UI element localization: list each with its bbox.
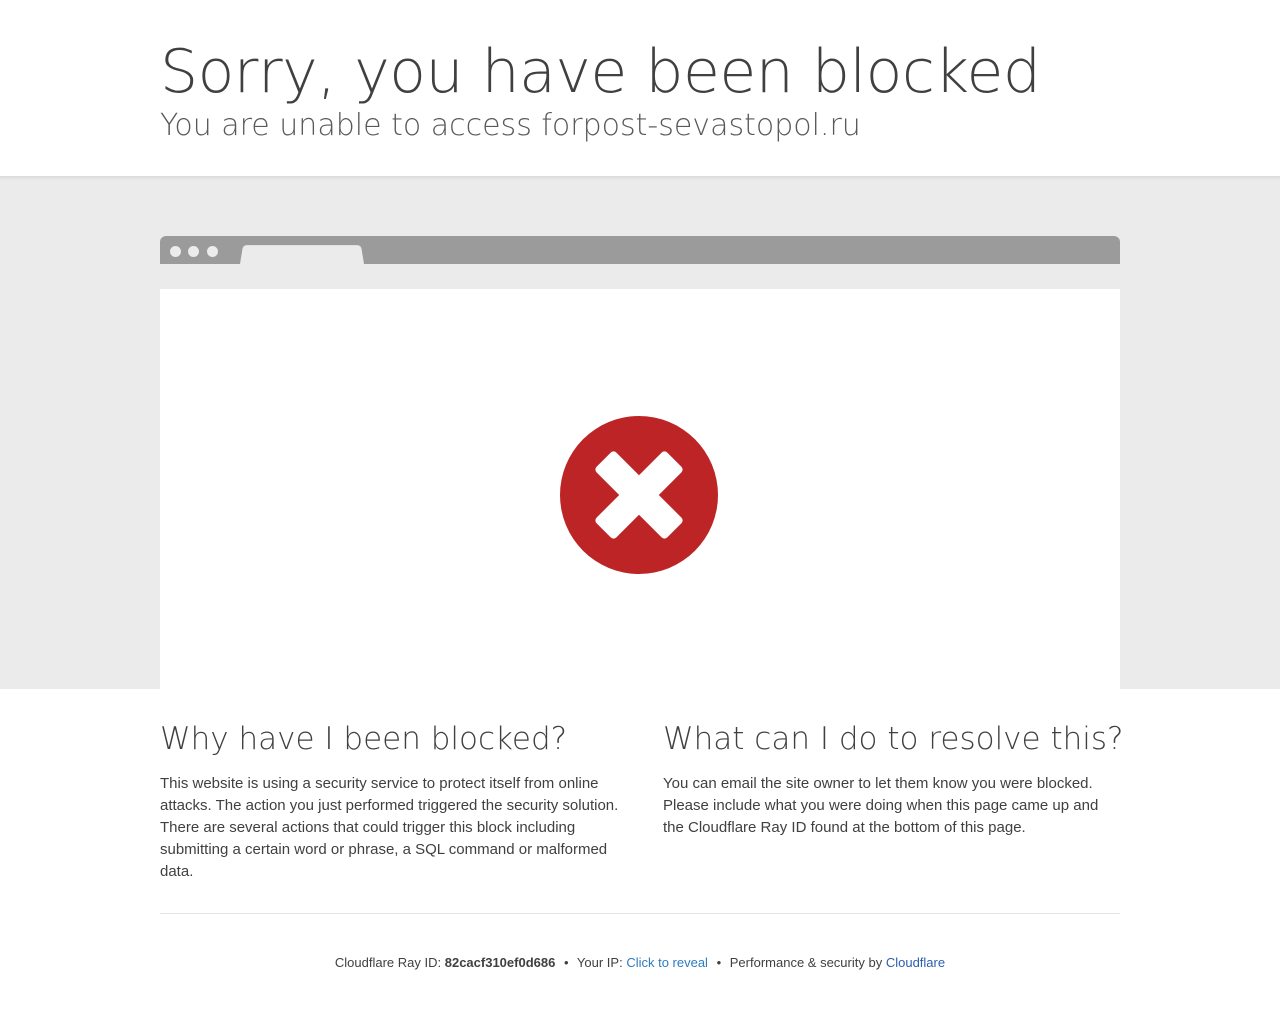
blocked-x-icon bbox=[560, 416, 718, 574]
window-dot-icon bbox=[170, 246, 181, 257]
why-blocked-text: This website is using a security service… bbox=[160, 775, 619, 880]
ray-id-label: Cloudflare Ray ID: bbox=[334, 955, 442, 970]
page-header: Sorry, you have been blocked You are una… bbox=[0, 0, 1280, 176]
page-title: Sorry, you have been blocked bbox=[160, 37, 1041, 107]
footer-separator: • bbox=[716, 955, 722, 970]
window-dot-icon bbox=[207, 246, 218, 257]
footer-separator: • bbox=[563, 955, 569, 970]
browser-tab-illustration bbox=[240, 245, 364, 264]
performance-label: Performance & security by bbox=[729, 955, 883, 970]
resolve-heading: What can I do to resolve this? bbox=[663, 721, 1124, 757]
cloudflare-link[interactable]: Cloudflare bbox=[886, 955, 945, 970]
ray-id-value: 82cacf310ef0d686 bbox=[444, 955, 556, 970]
resolve-text: You can email the site owner to let them… bbox=[663, 775, 1099, 836]
footer: Cloudflare Ray ID: 82cacf310ef0d686 • Yo… bbox=[0, 953, 1280, 973]
window-dot-icon bbox=[188, 246, 199, 257]
why-blocked-heading: Why have I been blocked? bbox=[160, 721, 568, 757]
ip-label: Your IP: bbox=[576, 955, 623, 970]
browser-illustration-bar bbox=[160, 236, 1120, 264]
browser-illustration-window bbox=[160, 289, 1120, 689]
footer-divider bbox=[160, 913, 1120, 914]
reveal-ip-button[interactable]: Click to reveal bbox=[626, 955, 708, 970]
page-subtitle: You are unable to access forpost-sevasto… bbox=[160, 108, 861, 143]
